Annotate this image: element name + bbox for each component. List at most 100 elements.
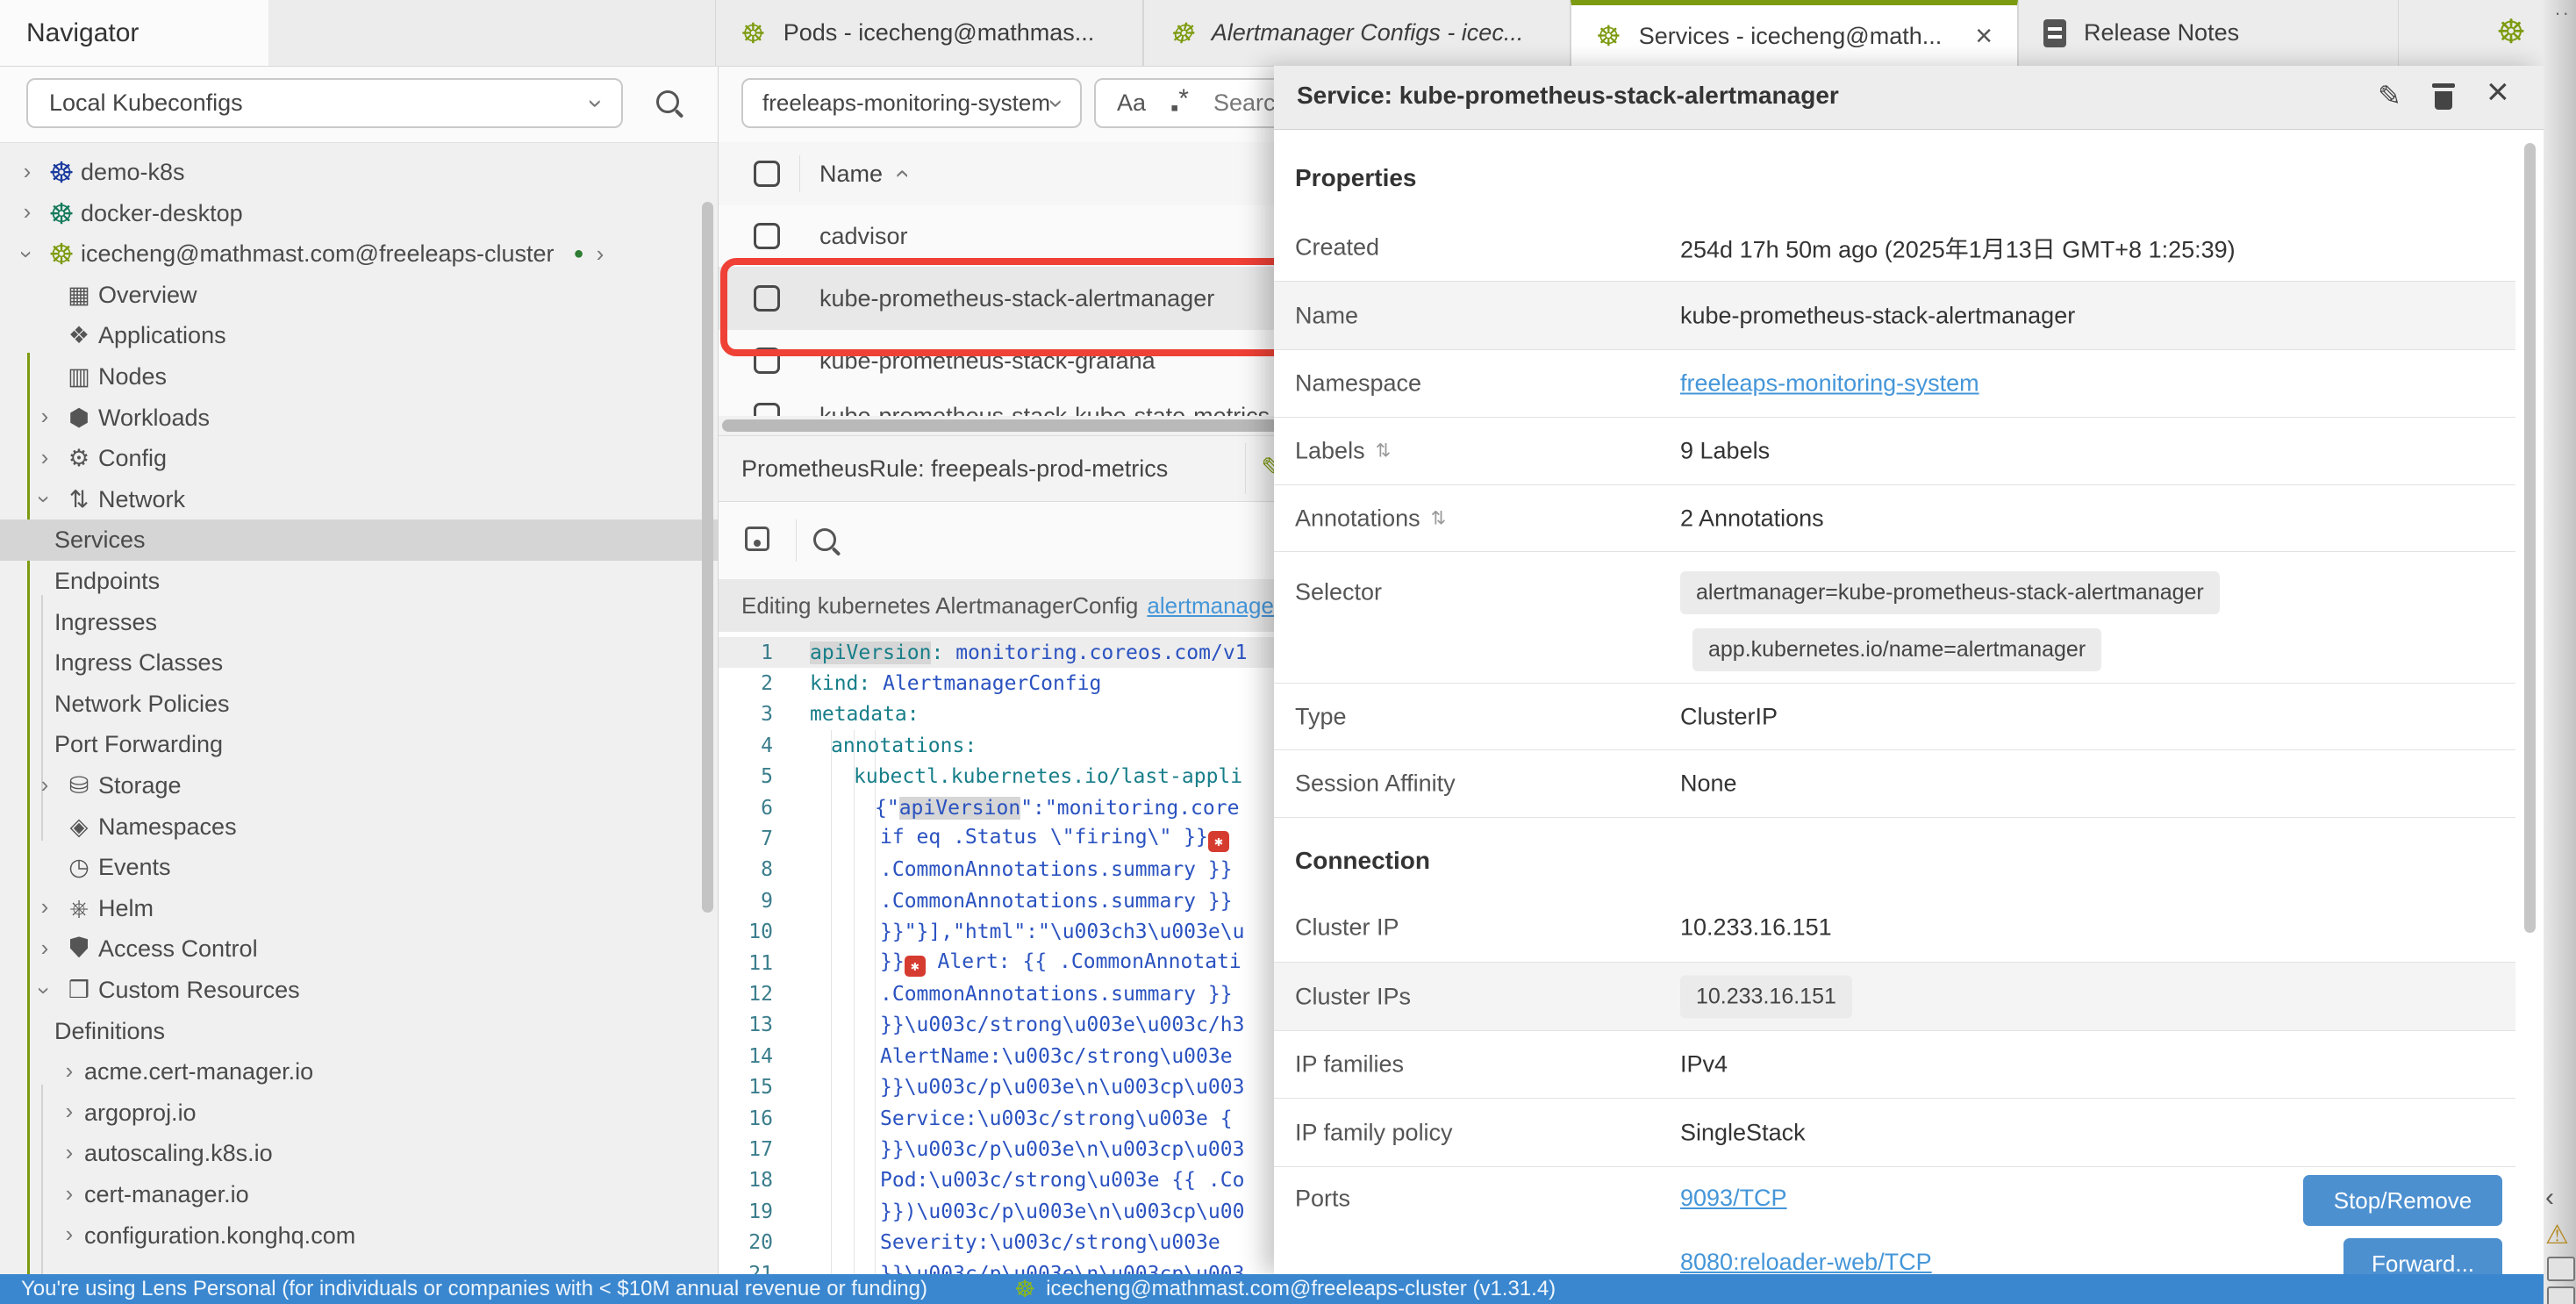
- namespace-select[interactable]: freeleaps-monitoring-system ›: [741, 78, 1082, 128]
- chevron-right-icon[interactable]: ›: [54, 1059, 84, 1082]
- kubernetes-icon[interactable]: ☸: [2496, 16, 2526, 49]
- navigator-controls: Local Kubeconfigs ›: [0, 66, 718, 143]
- match-case-icon[interactable]: Aa: [1117, 90, 1146, 117]
- line-number: 2: [719, 672, 773, 695]
- stop-remove-button[interactable]: Stop/Remove: [2303, 1175, 2502, 1226]
- sidebar-item-endpoints[interactable]: Endpoints: [0, 561, 718, 602]
- editing-resource-link[interactable]: alertmanager: [1147, 592, 1281, 620]
- sidebar-item-config[interactable]: ›⚙Config: [0, 438, 718, 479]
- row-value: 254d 17h 50m ago (2025年1月13日 GMT+8 1:25:…: [1680, 230, 2236, 264]
- chevron-right-icon[interactable]: ›: [30, 936, 60, 959]
- chevron-right-icon[interactable]: ›: [30, 405, 60, 427]
- regex-icon[interactable]: ▪*: [1170, 84, 1189, 122]
- chevron-right-icon[interactable]: ›: [54, 1100, 84, 1122]
- service-name: kube-prometheus-stack-alertmanager: [819, 285, 1214, 312]
- chevron-right-icon[interactable]: ›: [12, 200, 42, 223]
- sidebar-item-workloads[interactable]: ›⬢Workloads: [0, 398, 718, 439]
- search-icon[interactable]: [656, 90, 679, 113]
- row-checkbox[interactable]: [754, 285, 780, 312]
- code-text: }}\u003c/p\u003e\n\u003cp\u003: [810, 1263, 1244, 1275]
- namespace-link[interactable]: freeleaps-monitoring-system: [1680, 370, 1979, 398]
- chevron-right-icon[interactable]: ›: [12, 160, 42, 183]
- chevron-right-icon[interactable]: ›: [30, 895, 60, 918]
- drawer-row-cluster-ip: Cluster IP 10.233.16.151: [1274, 893, 2515, 963]
- drawer-row-annotations: Annotations⇅ 2 Annotations: [1274, 485, 2515, 552]
- sidebar-item-ingress-classes[interactable]: Ingress Classes: [0, 642, 718, 684]
- tab-services-active[interactable]: ☸ Services - icecheng@math... ×: [1571, 0, 2018, 67]
- column-header-name[interactable]: Name ›: [819, 161, 905, 188]
- row-label: Ports: [1295, 1186, 1350, 1213]
- code-text: annotations:: [810, 734, 977, 757]
- sidebar-item-definitions[interactable]: Definitions: [0, 1011, 718, 1052]
- sidebar-item-configuration-konghq-com[interactable]: ›configuration.konghq.com: [0, 1215, 718, 1257]
- chevron-down-icon[interactable]: ›: [16, 240, 39, 269]
- sidebar-item-events[interactable]: ◷Events: [0, 847, 718, 888]
- save-icon[interactable]: [745, 527, 769, 551]
- edit-pencil-icon[interactable]: ✎: [2378, 82, 2401, 110]
- sidebar-item-network-policies[interactable]: Network Policies: [0, 684, 718, 725]
- chevron-left-icon[interactable]: ‹: [2545, 1183, 2554, 1213]
- row-checkbox[interactable]: [754, 403, 780, 416]
- port-link[interactable]: 8080:reloader-web/TCP: [1680, 1249, 1932, 1274]
- line-number: 14: [719, 1045, 773, 1068]
- row-checkbox[interactable]: [754, 347, 780, 374]
- expand-toggle-icon[interactable]: ⇅: [1376, 441, 1392, 462]
- sidebar-item-demo-k8s[interactable]: ›☸demo-k8s: [0, 152, 718, 193]
- expand-toggle-icon[interactable]: ⇅: [1431, 507, 1447, 529]
- cluster-ip-chip: 10.233.16.151: [1680, 975, 1852, 1018]
- sidebar-item-argoproj-io[interactable]: ›argoproj.io: [0, 1093, 718, 1134]
- chevron-right-icon[interactable]: ›: [54, 1182, 84, 1205]
- lens-app-window: Navigator ☸ Pods - icecheng@mathmas... ☸…: [0, 0, 2576, 1304]
- warning-icon[interactable]: ⚠: [2545, 1220, 2569, 1250]
- chevron-right-icon[interactable]: ›: [30, 446, 60, 469]
- chevron-right-icon[interactable]: ›: [597, 240, 605, 268]
- close-icon[interactable]: ×: [2487, 73, 2509, 111]
- tab-alertmanager-configs[interactable]: ☸ Alertmanager Configs - icec...: [1143, 0, 1571, 66]
- tab-pods[interactable]: ☸ Pods - icecheng@mathmas...: [715, 0, 1143, 66]
- sidebar-item-label: Ingress Classes: [54, 649, 223, 677]
- sidebar-item-acme-cert-manager-io[interactable]: ›acme.cert-manager.io: [0, 1051, 718, 1093]
- chevron-down-icon[interactable]: ›: [33, 484, 56, 514]
- chevron-right-icon[interactable]: ›: [54, 1222, 84, 1245]
- row-checkbox[interactable]: [754, 223, 780, 249]
- sidebar-item-docker-desktop[interactable]: ›☸docker-desktop: [0, 193, 718, 234]
- sidebar-item-custom-resources[interactable]: ›❒Custom Resources: [0, 970, 718, 1011]
- chevron-down-icon[interactable]: ›: [33, 976, 56, 1006]
- line-number: 8: [719, 858, 773, 881]
- active-cluster-status: ☸ icecheng@mathmast.com@freeleaps-cluste…: [1014, 1277, 1556, 1301]
- sidebar-item-label: Network: [98, 486, 185, 513]
- port-link[interactable]: 9093/TCP: [1680, 1185, 1787, 1212]
- sidebar-item-label: Storage: [98, 772, 182, 799]
- drawer-scrollbar-thumb[interactable]: [2524, 143, 2536, 933]
- search-icon[interactable]: [813, 528, 836, 551]
- code-token: AlertmanagerConfig: [883, 672, 1101, 695]
- sidebar-item-applications[interactable]: ❖Applications: [0, 315, 718, 356]
- sidebar-item-network[interactable]: ›⇅Network: [0, 479, 718, 520]
- sidebar-item-storage[interactable]: ›⛁Storage: [0, 765, 718, 806]
- sidebar-item-helm[interactable]: ›⎈Helm: [0, 888, 718, 929]
- trash-icon[interactable]: [2432, 80, 2455, 110]
- forward-button[interactable]: Forward...: [2343, 1238, 2502, 1274]
- line-number: 3: [719, 703, 773, 726]
- kubeconfig-select[interactable]: Local Kubeconfigs ›: [26, 78, 623, 128]
- sidebar-item-cert-manager-io[interactable]: ›cert-manager.io: [0, 1174, 718, 1215]
- sidebar-item-ingresses[interactable]: Ingresses: [0, 602, 718, 643]
- sidebar-item-nodes[interactable]: ▥Nodes: [0, 356, 718, 398]
- divider: [796, 519, 797, 562]
- sidebar-item-access-control[interactable]: ›Access Control: [0, 928, 718, 970]
- sidebar-item-services[interactable]: Services: [0, 519, 718, 561]
- select-all-checkbox[interactable]: [754, 161, 780, 187]
- tab-release-notes[interactable]: Release Notes: [2018, 0, 2399, 66]
- sidebar-item-autoscaling-k8s-io[interactable]: ›autoscaling.k8s.io: [0, 1133, 718, 1174]
- sidebar-item-port-forwarding[interactable]: Port Forwarding: [0, 724, 718, 765]
- chevron-down-icon: ›: [1043, 99, 1070, 108]
- drawer-row-session-affinity: Session Affinity None: [1274, 750, 2515, 818]
- sidebar-item-namespaces[interactable]: ◈Namespaces: [0, 806, 718, 848]
- close-tab-icon[interactable]: ×: [1975, 21, 1993, 51]
- sidebar-item-freeleaps-cluster[interactable]: ›☸icecheng@mathmast.com@freeleaps-cluste…: [0, 233, 718, 275]
- chevron-right-icon[interactable]: ›: [30, 773, 60, 796]
- code-token: Pod:\u003c/strong\u003e {{ .Co: [880, 1169, 1244, 1192]
- sidebar-item-overview[interactable]: ▦Overview: [0, 275, 718, 316]
- sidebar-scrollbar-thumb[interactable]: [702, 202, 713, 913]
- chevron-right-icon[interactable]: ›: [54, 1141, 84, 1164]
